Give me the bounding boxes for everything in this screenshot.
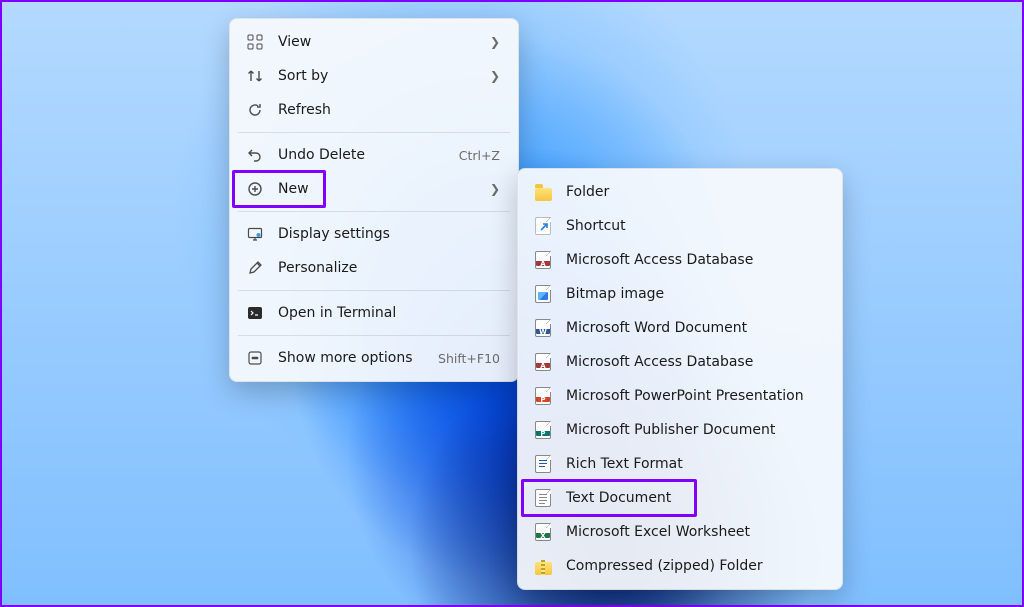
menu-item-show-more-options[interactable]: Show more options Shift+F10	[236, 341, 512, 375]
menu-accelerator: Ctrl+Z	[459, 148, 500, 163]
submenu-item-powerpoint[interactable]: P Microsoft PowerPoint Presentation	[524, 379, 836, 413]
chevron-right-icon: ❯	[490, 69, 500, 83]
menu-label: Show more options	[278, 350, 438, 366]
menu-item-undo-delete[interactable]: Undo Delete Ctrl+Z	[236, 138, 512, 172]
menu-item-sort-by[interactable]: Sort by ❯	[236, 59, 512, 93]
menu-item-refresh[interactable]: Refresh	[236, 93, 512, 127]
submenu-item-folder[interactable]: Folder	[524, 175, 836, 209]
terminal-icon	[246, 304, 264, 322]
submenu-label: Bitmap image	[566, 286, 824, 302]
submenu-label: Microsoft Excel Worksheet	[566, 524, 824, 540]
powerpoint-icon: P	[534, 387, 552, 405]
submenu-item-rtf[interactable]: Rich Text Format	[524, 447, 836, 481]
menu-label: Open in Terminal	[278, 305, 500, 321]
access-icon: A	[534, 353, 552, 371]
text-icon	[534, 489, 552, 507]
menu-label: Personalize	[278, 260, 500, 276]
submenu-label: Text Document	[566, 490, 824, 506]
submenu-label: Microsoft Access Database	[566, 354, 824, 370]
excel-icon: X	[534, 523, 552, 541]
menu-separator	[238, 132, 510, 133]
submenu-label: Folder	[566, 184, 824, 200]
submenu-item-text-document[interactable]: Text Document	[524, 481, 836, 515]
new-icon	[246, 180, 264, 198]
rtf-icon	[534, 455, 552, 473]
submenu-item-shortcut[interactable]: Shortcut	[524, 209, 836, 243]
submenu-item-excel[interactable]: X Microsoft Excel Worksheet	[524, 515, 836, 549]
menu-accelerator: Shift+F10	[438, 351, 500, 366]
submenu-label: Microsoft Access Database	[566, 252, 824, 268]
word-icon: W	[534, 319, 552, 337]
menu-label: New	[278, 181, 482, 197]
submenu-label: Microsoft Word Document	[566, 320, 824, 336]
submenu-item-word[interactable]: W Microsoft Word Document	[524, 311, 836, 345]
menu-item-new[interactable]: New ❯	[236, 172, 512, 206]
desktop-context-menu: View ❯ Sort by ❯ Refresh Undo Delete Ctr…	[229, 18, 519, 382]
display-icon	[246, 225, 264, 243]
submenu-label: Microsoft PowerPoint Presentation	[566, 388, 824, 404]
chevron-right-icon: ❯	[490, 35, 500, 49]
menu-label: View	[278, 34, 482, 50]
folder-icon	[534, 183, 552, 201]
submenu-label: Compressed (zipped) Folder	[566, 558, 824, 574]
chevron-right-icon: ❯	[490, 182, 500, 196]
more-icon	[246, 349, 264, 367]
menu-item-personalize[interactable]: Personalize	[236, 251, 512, 285]
refresh-icon	[246, 101, 264, 119]
publisher-icon: P	[534, 421, 552, 439]
submenu-item-publisher[interactable]: P Microsoft Publisher Document	[524, 413, 836, 447]
menu-separator	[238, 290, 510, 291]
submenu-item-bitmap[interactable]: Bitmap image	[524, 277, 836, 311]
submenu-label: Shortcut	[566, 218, 824, 234]
submenu-item-access-db-2[interactable]: A Microsoft Access Database	[524, 345, 836, 379]
menu-label: Sort by	[278, 68, 482, 84]
menu-label: Undo Delete	[278, 147, 459, 163]
menu-label: Refresh	[278, 102, 500, 118]
shortcut-icon	[534, 217, 552, 235]
undo-icon	[246, 146, 264, 164]
view-icon	[246, 33, 264, 51]
sort-icon	[246, 67, 264, 85]
menu-separator	[238, 211, 510, 212]
menu-separator	[238, 335, 510, 336]
menu-item-display-settings[interactable]: Display settings	[236, 217, 512, 251]
menu-item-open-in-terminal[interactable]: Open in Terminal	[236, 296, 512, 330]
menu-label: Display settings	[278, 226, 500, 242]
submenu-label: Rich Text Format	[566, 456, 824, 472]
submenu-label: Microsoft Publisher Document	[566, 422, 824, 438]
bitmap-icon	[534, 285, 552, 303]
personalize-icon	[246, 259, 264, 277]
access-icon: A	[534, 251, 552, 269]
zip-icon	[534, 557, 552, 575]
menu-item-view[interactable]: View ❯	[236, 25, 512, 59]
submenu-item-zip[interactable]: Compressed (zipped) Folder	[524, 549, 836, 583]
new-submenu: Folder Shortcut A Microsoft Access Datab…	[517, 168, 843, 590]
submenu-item-access-db[interactable]: A Microsoft Access Database	[524, 243, 836, 277]
